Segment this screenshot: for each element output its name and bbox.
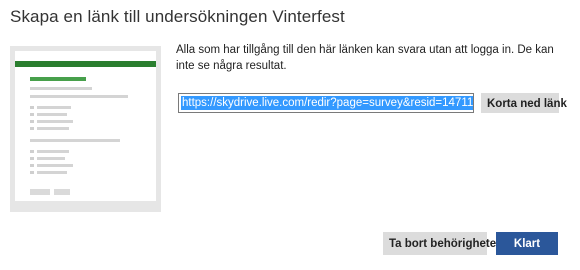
shorten-link-button[interactable]: Korta ned länk xyxy=(481,93,567,113)
survey-link-field[interactable]: https://skydrive.live.com/redir?page=sur… xyxy=(178,93,474,113)
dialog-title: Skapa en länk till undersökningen Vinter… xyxy=(10,7,345,26)
preview-text-line xyxy=(30,87,92,90)
preview-button-shape xyxy=(30,189,50,195)
preview-text-line xyxy=(37,157,65,160)
link-info-text: Alla som har tillgång till den här länke… xyxy=(176,44,554,72)
preview-bullet xyxy=(30,106,34,109)
preview-text-line xyxy=(30,139,120,142)
survey-preview-page xyxy=(15,51,156,201)
preview-text-line xyxy=(37,171,67,174)
preview-bullet xyxy=(30,164,34,167)
preview-text-line xyxy=(37,106,71,109)
preview-title-line xyxy=(30,77,86,81)
preview-text-line xyxy=(37,127,69,130)
preview-bullet xyxy=(30,113,34,116)
survey-link-url[interactable]: https://skydrive.live.com/redir?page=sur… xyxy=(181,96,473,110)
preview-button-shape xyxy=(54,189,70,195)
preview-bullet xyxy=(30,150,34,153)
preview-bullet xyxy=(30,157,34,160)
preview-text-line xyxy=(30,95,128,98)
preview-text-line xyxy=(37,164,73,167)
remove-permissions-button[interactable]: Ta bort behörigheter xyxy=(383,232,501,255)
done-button[interactable]: Klart xyxy=(496,232,558,255)
preview-bullet xyxy=(30,120,34,123)
preview-header-bar xyxy=(15,61,156,67)
preview-text-line xyxy=(37,120,73,123)
survey-preview-thumbnail xyxy=(10,46,161,212)
preview-text-line xyxy=(37,113,67,116)
preview-text-line xyxy=(37,150,69,153)
preview-bullet xyxy=(30,171,34,174)
preview-bullet xyxy=(30,127,34,130)
